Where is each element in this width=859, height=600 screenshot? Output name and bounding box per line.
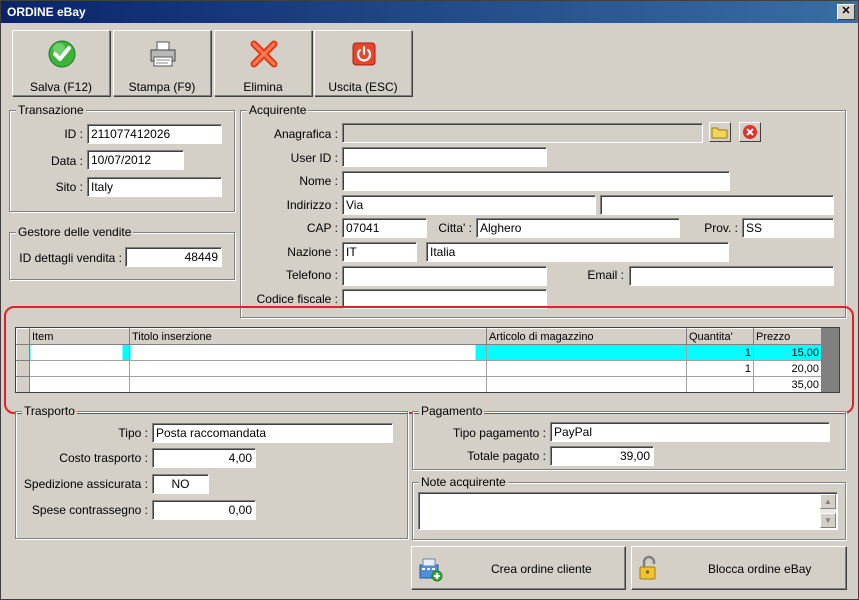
print-button-label: Stampa (F9) xyxy=(128,80,196,94)
cap-field[interactable]: 07041 xyxy=(342,218,427,238)
prov-label: Prov. : xyxy=(704,221,738,235)
citta-label: Citta' : xyxy=(438,221,472,235)
clear-icon xyxy=(743,125,757,139)
gestore-legend: Gestore delle vendite xyxy=(16,225,134,239)
create-customer-order-label: Crea ordine cliente xyxy=(491,562,592,576)
window-title: ORDINE eBay xyxy=(7,5,86,19)
close-button[interactable]: ✕ xyxy=(837,4,855,20)
clear-anagrafica-button[interactable] xyxy=(739,122,761,142)
date-field[interactable]: 10/07/2012 xyxy=(87,150,184,170)
shipping-cost-field[interactable]: 4,00 xyxy=(152,448,256,468)
city-field[interactable]: Alghero xyxy=(476,218,680,238)
delete-button-label: Elimina xyxy=(243,80,283,94)
title-bar: ORDINE eBay ✕ xyxy=(1,1,858,23)
phone-field[interactable] xyxy=(342,266,547,286)
printer-icon xyxy=(150,41,176,67)
transazione-legend: Transazione xyxy=(16,103,86,117)
notes-scrollbar[interactable]: ▲ ▼ xyxy=(820,494,836,528)
create-customer-order-button[interactable]: Crea ordine cliente xyxy=(411,546,626,590)
indirizzo-label: Indirizzo : xyxy=(286,198,338,212)
scroll-down-icon[interactable]: ▼ xyxy=(820,513,836,528)
nome-label: Nome : xyxy=(299,174,338,188)
lock-ebay-order-button[interactable]: Blocca ordine eBay xyxy=(631,546,847,590)
lock-ebay-order-label: Blocca ordine eBay xyxy=(708,562,812,576)
country-name-field[interactable]: Italia xyxy=(426,242,729,262)
telefono-label: Telefono : xyxy=(285,268,338,282)
cod-fee-field[interactable]: 0,00 xyxy=(152,500,256,520)
address-field[interactable]: Via xyxy=(342,195,596,215)
exit-button[interactable]: Uscita (ESC) xyxy=(314,30,412,96)
scroll-up-icon[interactable]: ▲ xyxy=(820,494,836,509)
spese-contrassegno-label: Spese contrassegno : xyxy=(31,503,148,517)
codice-fiscale-label: Codice fiscale : xyxy=(256,292,338,306)
nazione-label: Nazione : xyxy=(287,245,338,259)
insured-shipping-field[interactable]: NO xyxy=(152,474,209,494)
tipo-trasporto-label: Tipo : xyxy=(118,426,148,440)
data-label: Data : xyxy=(50,154,83,168)
save-button[interactable]: Salva (F12) xyxy=(12,30,110,96)
name-field[interactable] xyxy=(342,171,730,191)
save-button-label: Salva (F12) xyxy=(29,80,93,94)
x-icon xyxy=(250,40,278,68)
transaction-id-field[interactable]: 211077412026 xyxy=(87,124,222,144)
id-label: ID : xyxy=(64,127,83,141)
sales-detail-id-field[interactable]: 48449 xyxy=(125,247,222,267)
email-label: Email : xyxy=(587,268,624,282)
note-legend: Note acquirente xyxy=(419,475,508,489)
userid-field[interactable] xyxy=(342,147,547,167)
site-field[interactable]: Italy xyxy=(87,177,222,197)
sales-detail-id-label: ID dettagli vendita : xyxy=(19,251,122,265)
power-icon xyxy=(352,42,376,66)
email-field[interactable] xyxy=(629,266,834,286)
spedizione-assicurata-label: Spedizione assicurata : xyxy=(23,477,148,491)
trasporto-legend: Trasporto xyxy=(22,404,77,418)
lock-icon xyxy=(639,555,656,580)
total-paid-field[interactable]: 39,00 xyxy=(550,446,654,466)
tipo-pagamento-label: Tipo pagamento : xyxy=(453,426,546,440)
costo-trasporto-label: Costo trasporto : xyxy=(59,451,148,465)
acquirente-legend: Acquirente xyxy=(247,103,309,117)
pagamento-legend: Pagamento xyxy=(419,404,485,418)
buyer-notes-textarea[interactable]: ▲ ▼ xyxy=(418,492,838,530)
print-button[interactable]: Stampa (F9) xyxy=(113,30,211,96)
province-field[interactable]: SS xyxy=(742,218,834,238)
userid-label: User ID : xyxy=(290,151,338,165)
delete-button[interactable]: Elimina xyxy=(214,30,312,96)
cash-register-icon xyxy=(419,558,443,582)
anagrafica-label: Anagrafica : xyxy=(273,127,338,141)
sito-label: Sito : xyxy=(55,180,83,194)
address2-field[interactable] xyxy=(600,195,834,215)
browse-anagrafica-button[interactable] xyxy=(709,122,731,142)
totale-pagato-label: Totale pagato : xyxy=(467,449,546,463)
payment-type-field[interactable]: PayPal xyxy=(550,422,830,442)
country-code-field[interactable]: IT xyxy=(342,242,417,262)
folder-icon xyxy=(711,127,728,139)
annotation-highlight-box xyxy=(4,306,854,414)
anagrafica-field[interactable] xyxy=(342,123,703,143)
check-icon xyxy=(48,40,76,68)
shipping-type-field[interactable]: Posta raccomandata xyxy=(152,423,393,443)
exit-button-label: Uscita (ESC) xyxy=(328,80,398,94)
cap-label: CAP : xyxy=(306,221,338,235)
